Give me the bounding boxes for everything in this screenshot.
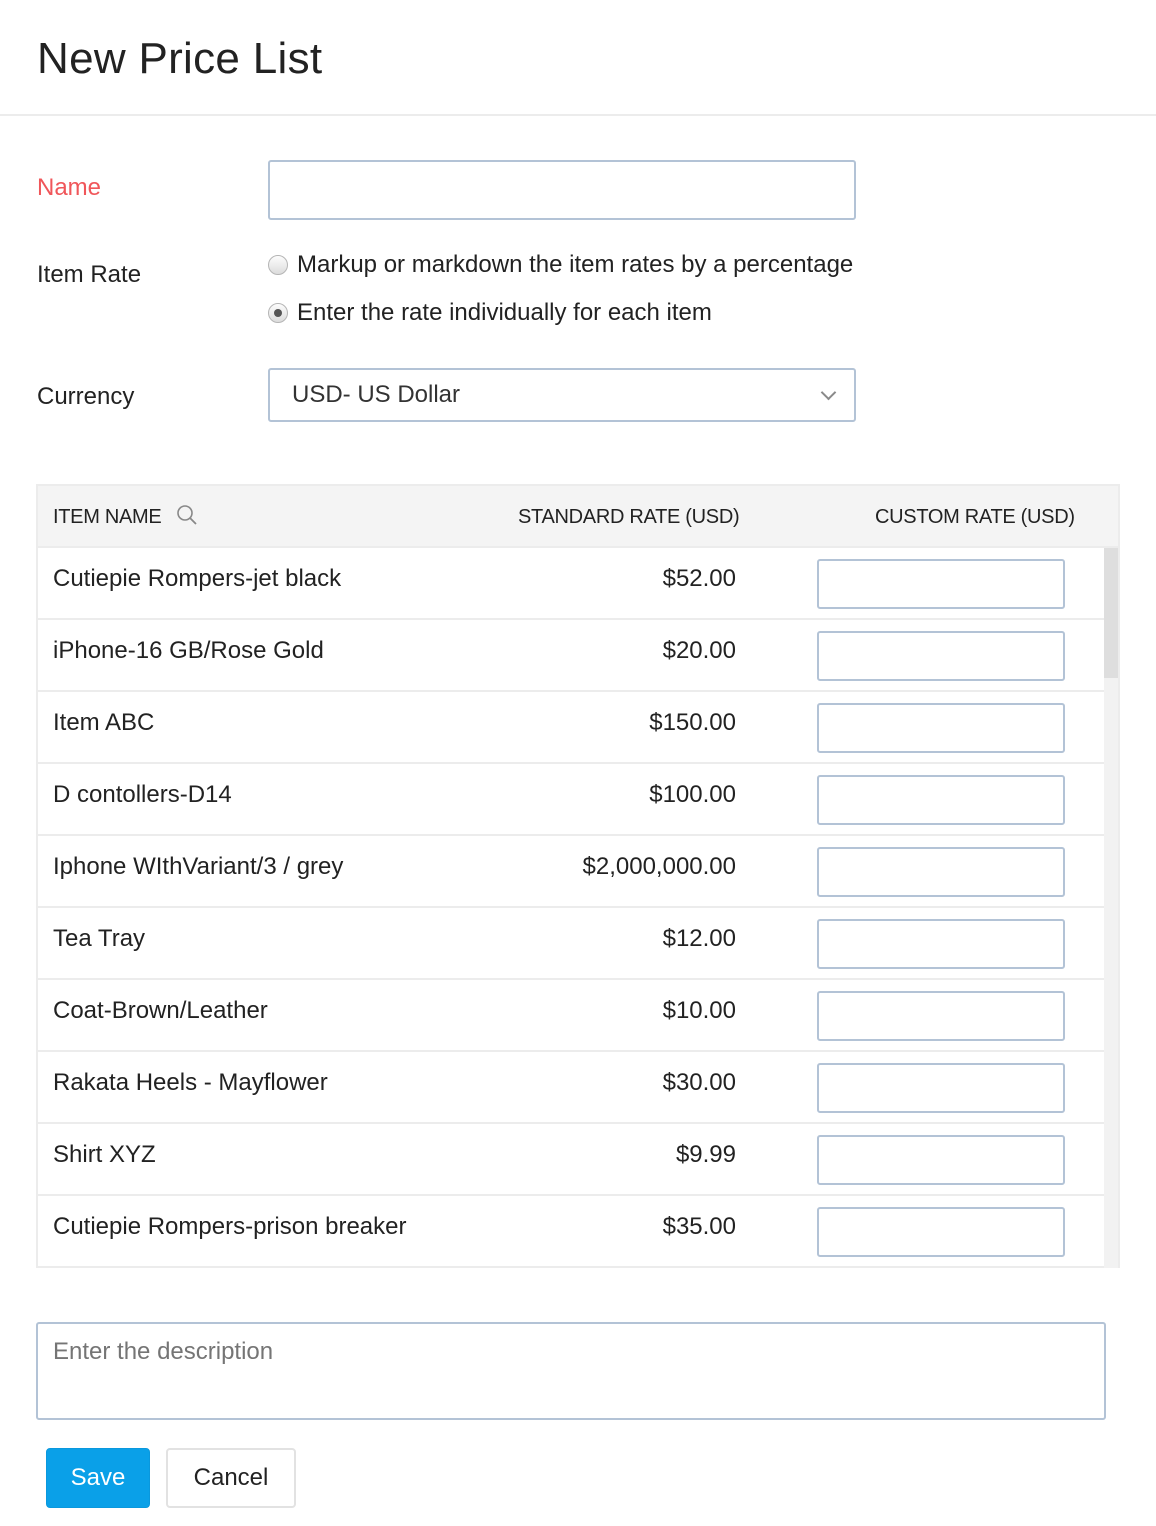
scrollbar-thumb[interactable] [1104, 548, 1118, 678]
standard-rate: $100.00 [649, 781, 736, 808]
table-body: Cutiepie Rompers-jet black $52.00 iPhone… [38, 548, 1106, 1268]
table-row: Iphone WIthVariant/3 / grey $2,000,000.0… [38, 836, 1106, 908]
item-rate-label: Item Rate [37, 261, 142, 288]
custom-rate-input[interactable] [817, 919, 1065, 969]
radio-markup-percentage[interactable]: Markup or markdown the item rates by a p… [268, 251, 853, 279]
table-row: Tea Tray $12.00 [38, 908, 1106, 980]
standard-rate: $9.99 [675, 1141, 736, 1168]
table-row: Coat-Brown/Leather $10.00 [38, 980, 1106, 1052]
custom-rate-input[interactable] [817, 1135, 1065, 1185]
item-name: Shirt XYZ [53, 1141, 156, 1168]
column-header-custom-rate: CUSTOM RATE (USD) [875, 506, 1075, 528]
table-row: Cutiepie Rompers-prison breaker $35.00 [38, 1196, 1106, 1268]
item-name: Iphone WIthVariant/3 / grey [53, 853, 344, 880]
item-name: Cutiepie Rompers-prison breaker [53, 1213, 407, 1240]
standard-rate: $20.00 [662, 637, 736, 664]
table-row: Rakata Heels - Mayflower $30.00 [38, 1052, 1106, 1124]
item-name: Rakata Heels - Mayflower [53, 1069, 328, 1096]
table-header: ITEM NAME STANDARD RATE (USD) CUSTOM RAT… [38, 486, 1118, 548]
table-row: iPhone-16 GB/Rose Gold $20.00 [38, 620, 1106, 692]
radio-button[interactable] [268, 255, 288, 275]
standard-rate: $12.00 [662, 925, 736, 952]
item-name: Coat-Brown/Leather [53, 997, 268, 1024]
name-input[interactable] [268, 160, 856, 220]
column-header-standard-rate: STANDARD RATE (USD) [518, 506, 740, 528]
custom-rate-input[interactable] [817, 775, 1065, 825]
standard-rate: $10.00 [662, 997, 736, 1024]
radio-button-checked[interactable] [268, 303, 288, 323]
custom-rate-input[interactable] [817, 991, 1065, 1041]
radio-individual-rate[interactable]: Enter the rate individually for each ite… [268, 299, 712, 327]
currency-label: Currency [37, 383, 135, 410]
radio-label: Markup or markdown the item rates by a p… [297, 251, 854, 278]
standard-rate: $52.00 [662, 565, 736, 592]
table-scrollbar[interactable] [1104, 548, 1118, 1268]
custom-rate-input[interactable] [817, 1063, 1065, 1113]
table-row: Shirt XYZ $9.99 [38, 1124, 1106, 1196]
item-name: Item ABC [53, 709, 155, 736]
item-name: iPhone-16 GB/Rose Gold [53, 637, 324, 664]
radio-label: Enter the rate individually for each ite… [297, 299, 712, 326]
custom-rate-input[interactable] [817, 559, 1065, 609]
item-name: Cutiepie Rompers-jet black [53, 565, 342, 592]
custom-rate-input[interactable] [817, 847, 1065, 897]
standard-rate: $30.00 [662, 1069, 736, 1096]
price-table: ITEM NAME STANDARD RATE (USD) CUSTOM RAT… [36, 484, 1120, 1268]
cancel-button[interactable]: Cancel [166, 1448, 296, 1508]
item-name: D contollers-D14 [53, 781, 232, 808]
custom-rate-input[interactable] [817, 1207, 1065, 1257]
standard-rate: $150.00 [649, 709, 736, 736]
save-button[interactable]: Save [46, 1448, 150, 1508]
column-header-item-name: ITEM NAME [53, 506, 162, 528]
standard-rate: $2,000,000.00 [582, 853, 736, 880]
standard-rate: $35.00 [662, 1213, 736, 1240]
currency-select[interactable]: USD- US Dollar [268, 368, 856, 422]
table-row: D contollers-D14 $100.00 [38, 764, 1106, 836]
custom-rate-input[interactable] [817, 703, 1065, 753]
chevron-down-icon [820, 384, 837, 401]
table-row: Item ABC $150.00 [38, 692, 1106, 764]
search-icon[interactable] [176, 504, 198, 526]
page-header: New Price List [0, 0, 1156, 116]
custom-rate-input[interactable] [817, 631, 1065, 681]
currency-value: USD- US Dollar [292, 381, 461, 408]
description-textarea[interactable] [36, 1322, 1106, 1420]
name-label: Name [37, 174, 102, 201]
page-title: New Price List [37, 34, 323, 83]
item-name: Tea Tray [53, 925, 146, 952]
table-row: Cutiepie Rompers-jet black $52.00 [38, 548, 1106, 620]
